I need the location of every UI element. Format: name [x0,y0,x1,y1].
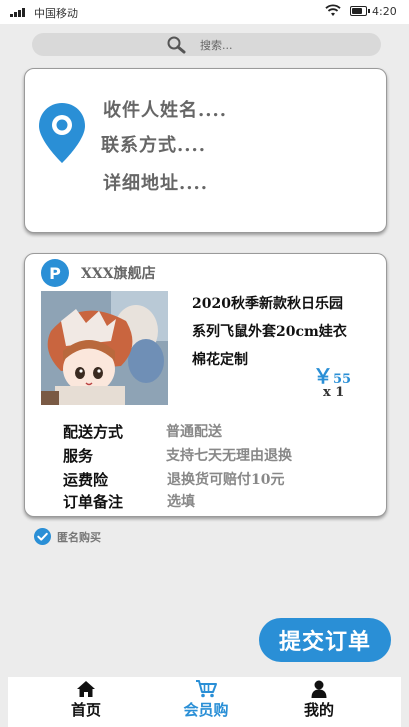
check-circle-icon[interactable] [34,528,51,545]
nav-label: 我的 [303,701,334,719]
nav-item-home[interactable]: 首页 [46,680,126,726]
anonymous-purchase-label: 匿名购买 [57,530,101,544]
shipping-insurance-row[interactable]: 运费险 退换货可赔付10元 [63,469,383,492]
battery-icon [350,6,370,16]
address-detail-field[interactable]: 详细地址.... [103,169,208,195]
detail-value: 普通配送 [166,424,222,440]
nav-item-mine[interactable]: 我的 [279,680,359,726]
product-title-line: 2020秋季新款秋日乐园 [192,296,343,312]
detail-value: 退换货可赔付10元 [167,472,285,488]
detail-label: 配送方式 [63,423,124,441]
service-row[interactable]: 服务 支持七天无理由退换 [63,445,383,468]
location-pin-icon [39,103,85,163]
address-card[interactable]: 收件人姓名.... 联系方式.... 详细地址.... [24,68,387,233]
shop-badge-icon: P [41,259,69,287]
delivery-method-row[interactable]: 配送方式 普通配送 [63,421,383,444]
order-card: P XXX旗舰店 2020秋季新款秋日乐园 系列飞鼠外套20cm娃衣 棉花定制 … [24,253,387,517]
anonymous-purchase-toggle[interactable]: 匿名购买 [34,528,101,545]
search-bar[interactable]: 搜索... [32,33,381,56]
detail-label: 服务 [63,447,94,465]
nav-label: 会员购 [183,701,229,719]
order-note-row[interactable]: 订单备注 选填 [63,491,383,514]
product-title-line: 系列飞鼠外套20cm娃衣 [192,324,347,340]
nav-item-member-shop[interactable]: 会员购 [166,680,246,726]
user-icon [311,680,327,698]
contact-field[interactable]: 联系方式.... [101,131,206,157]
signal-icon [10,8,25,17]
carrier-name: 中国移动 [34,7,78,20]
battery-fill [352,8,362,14]
clock: 4:20 [372,5,397,18]
detail-label: 订单备注 [63,493,124,511]
recipient-name-field[interactable]: 收件人姓名.... [103,96,227,122]
wifi-icon [325,4,341,16]
order-note-input[interactable]: 选填 [167,491,195,511]
home-icon [77,681,95,697]
status-bar: 中国移动 4:20 [0,0,409,24]
search-placeholder: 搜索... [200,39,233,52]
detail-value: 支持七天无理由退换 [166,448,292,464]
shop-name[interactable]: XXX旗舰店 [81,263,156,283]
submit-order-button[interactable]: 提交订单 [259,618,391,662]
quantity: x 1 [323,385,345,400]
detail-label: 运费险 [63,471,109,489]
nav-label: 首页 [70,701,101,719]
product-image[interactable] [41,291,168,405]
bottom-nav: 首页 会员购 我的 [8,677,401,727]
cart-icon [196,680,217,698]
plush-doll-illustration [41,291,168,405]
search-icon [167,36,186,54]
